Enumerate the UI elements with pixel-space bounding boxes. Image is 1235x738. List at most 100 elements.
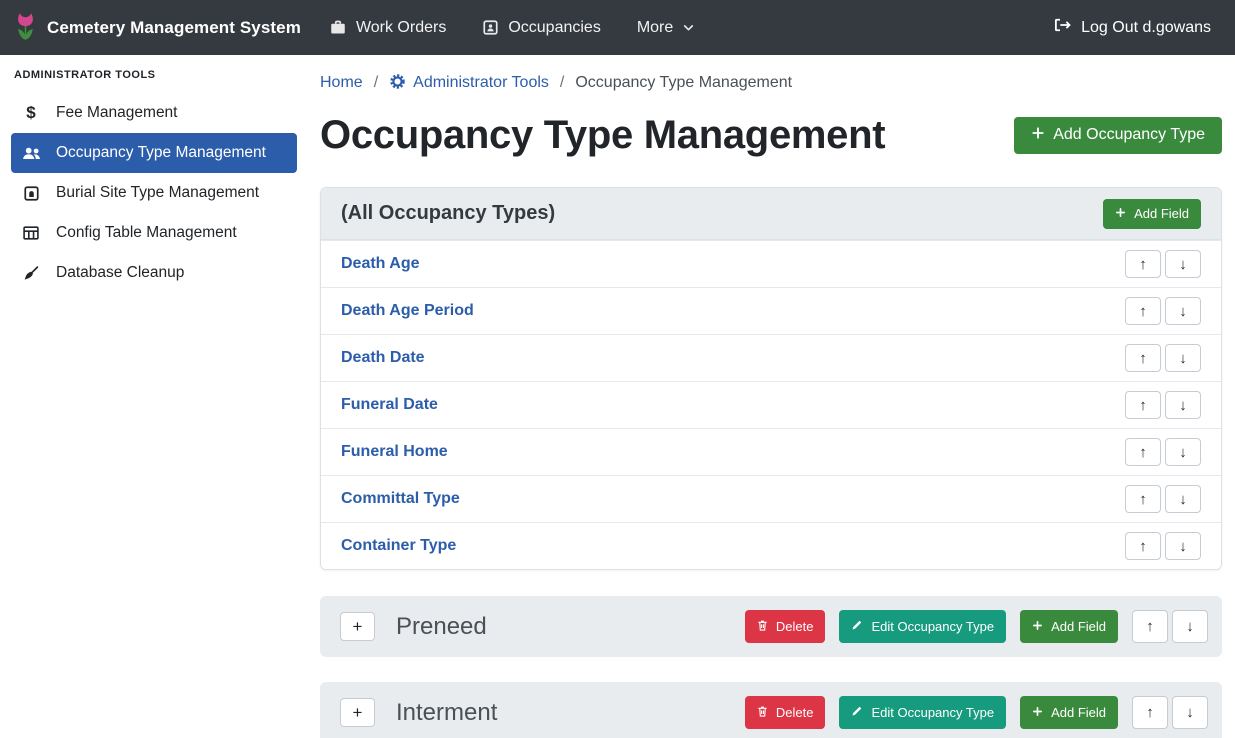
arrow-down-icon: ↓ [1179, 444, 1187, 461]
trash-icon [757, 619, 768, 635]
sidebar-item-database-cleanup[interactable]: Database Cleanup [11, 253, 297, 293]
move-down-button[interactable]: ↓ [1165, 250, 1201, 278]
arrow-up-icon: ↑ [1146, 704, 1154, 721]
users-icon [20, 145, 42, 161]
reorder-controls: ↑ ↓ [1125, 438, 1201, 466]
broom-icon [20, 265, 42, 282]
arrow-up-icon: ↑ [1139, 256, 1147, 273]
page-title: Occupancy Type Management [320, 111, 885, 159]
move-up-button[interactable]: ↑ [1125, 297, 1161, 325]
add-field-button[interactable]: Add Field [1020, 610, 1118, 643]
breadcrumb-home-label: Home [320, 74, 363, 92]
all-occupancy-types-header: (All Occupancy Types) Add Field [321, 188, 1221, 240]
burial-site-icon [20, 185, 42, 202]
pencil-icon [851, 705, 863, 720]
edit-occupancy-type-button[interactable]: Edit Occupancy Type [839, 610, 1006, 643]
move-up-button[interactable]: ↑ [1125, 344, 1161, 372]
card-title: (All Occupancy Types) [341, 202, 555, 225]
field-row: Container Type ↑ ↓ [321, 522, 1221, 569]
arrow-down-icon: ↓ [1179, 350, 1187, 367]
breadcrumb: Home / Administrator Tools / Occupancy T… [320, 73, 1222, 93]
breadcrumb-home[interactable]: Home [320, 74, 363, 92]
field-link[interactable]: Death Date [341, 349, 425, 367]
move-down-button[interactable]: ↓ [1165, 391, 1201, 419]
delete-button[interactable]: Delete [745, 610, 826, 643]
field-link[interactable]: Container Type [341, 537, 456, 555]
move-down-button[interactable]: ↓ [1165, 485, 1201, 513]
nav-more[interactable]: More [637, 19, 695, 37]
move-up-button[interactable]: ↑ [1125, 438, 1161, 466]
field-row: Funeral Date ↑ ↓ [321, 381, 1221, 428]
move-down-button[interactable]: ↓ [1165, 438, 1201, 466]
move-up-button[interactable]: ↑ [1125, 485, 1161, 513]
chevron-down-icon [682, 21, 695, 34]
add-occupancy-type-label: Add Occupancy Type [1053, 126, 1205, 144]
add-field-button[interactable]: Add Field [1103, 199, 1201, 229]
sidebar-item-label: Database Cleanup [56, 261, 184, 285]
sidebar-item-burial-site-type-management[interactable]: Burial Site Type Management [11, 173, 297, 213]
add-field-button[interactable]: Add Field [1020, 696, 1118, 729]
move-down-button[interactable]: ↓ [1165, 344, 1201, 372]
trash-icon [757, 705, 768, 721]
breadcrumb-separator: / [549, 74, 575, 92]
logout-label: Log Out d.gowans [1081, 19, 1211, 37]
arrow-up-icon: ↑ [1146, 618, 1154, 635]
breadcrumb-administrator-tools[interactable]: Administrator Tools [389, 73, 549, 93]
all-occupancy-types-card: (All Occupancy Types) Add Field Death Ag… [320, 187, 1222, 570]
app-brand[interactable]: Cemetery Management System [14, 10, 301, 46]
edit-occupancy-type-label: Edit Occupancy Type [871, 705, 994, 720]
gear-icon [389, 73, 406, 93]
nav-work-orders[interactable]: Work Orders [329, 19, 446, 37]
add-field-label: Add Field [1134, 206, 1189, 221]
sidebar-item-occupancy-type-management[interactable]: Occupancy Type Management [11, 133, 297, 173]
field-row: Death Age Period ↑ ↓ [321, 287, 1221, 334]
nav-work-orders-label: Work Orders [356, 19, 446, 37]
field-link[interactable]: Funeral Home [341, 443, 448, 461]
field-link[interactable]: Funeral Date [341, 396, 438, 414]
edit-occupancy-type-label: Edit Occupancy Type [871, 619, 994, 634]
nav-occupancies[interactable]: Occupancies [482, 19, 601, 37]
arrow-up-icon: ↑ [1139, 397, 1147, 414]
expand-section-button[interactable]: + [340, 698, 375, 727]
move-up-button[interactable]: ↑ [1132, 696, 1168, 729]
section-actions: Delete Edit Occupancy Type Add Field ↑ [745, 610, 1208, 643]
delete-label: Delete [776, 619, 814, 634]
sidebar-item-label: Burial Site Type Management [56, 181, 259, 205]
plus-icon [1032, 705, 1043, 720]
arrow-down-icon: ↓ [1179, 256, 1187, 273]
reorder-controls: ↑ ↓ [1125, 391, 1201, 419]
logout-icon [1054, 17, 1072, 38]
reorder-controls: ↑ ↓ [1125, 297, 1201, 325]
move-down-button[interactable]: ↓ [1165, 297, 1201, 325]
plus-icon [1115, 206, 1126, 221]
add-occupancy-type-button[interactable]: Add Occupancy Type [1014, 117, 1222, 154]
arrow-down-icon: ↓ [1179, 303, 1187, 320]
move-up-button[interactable]: ↑ [1125, 250, 1161, 278]
move-up-button[interactable]: ↑ [1125, 391, 1161, 419]
arrow-down-icon: ↓ [1179, 538, 1187, 555]
move-down-button[interactable]: ↓ [1165, 532, 1201, 560]
section-actions: Delete Edit Occupancy Type Add Field ↑ [745, 696, 1208, 729]
reorder-controls: ↑ ↓ [1125, 532, 1201, 560]
arrow-down-icon: ↓ [1186, 618, 1194, 635]
plus-icon: + [353, 703, 363, 723]
logout-button[interactable]: Log Out d.gowans [1054, 17, 1211, 38]
move-down-button[interactable]: ↓ [1172, 610, 1208, 643]
field-row: Funeral Home ↑ ↓ [321, 428, 1221, 475]
arrow-up-icon: ↑ [1139, 444, 1147, 461]
sidebar-item-fee-management[interactable]: $ Fee Management [11, 93, 297, 133]
sidebar-item-config-table-management[interactable]: Config Table Management [11, 213, 297, 253]
move-down-button[interactable]: ↓ [1172, 696, 1208, 729]
move-up-button[interactable]: ↑ [1132, 610, 1168, 643]
field-link[interactable]: Death Age Period [341, 302, 474, 320]
arrow-up-icon: ↑ [1139, 350, 1147, 367]
field-link[interactable]: Death Age [341, 255, 420, 273]
delete-button[interactable]: Delete [745, 696, 826, 729]
move-up-button[interactable]: ↑ [1125, 532, 1161, 560]
reorder-controls: ↑ ↓ [1125, 250, 1201, 278]
arrow-down-icon: ↓ [1179, 397, 1187, 414]
field-link[interactable]: Committal Type [341, 490, 460, 508]
expand-section-button[interactable]: + [340, 612, 375, 641]
edit-occupancy-type-button[interactable]: Edit Occupancy Type [839, 696, 1006, 729]
toolbox-icon [329, 19, 347, 36]
